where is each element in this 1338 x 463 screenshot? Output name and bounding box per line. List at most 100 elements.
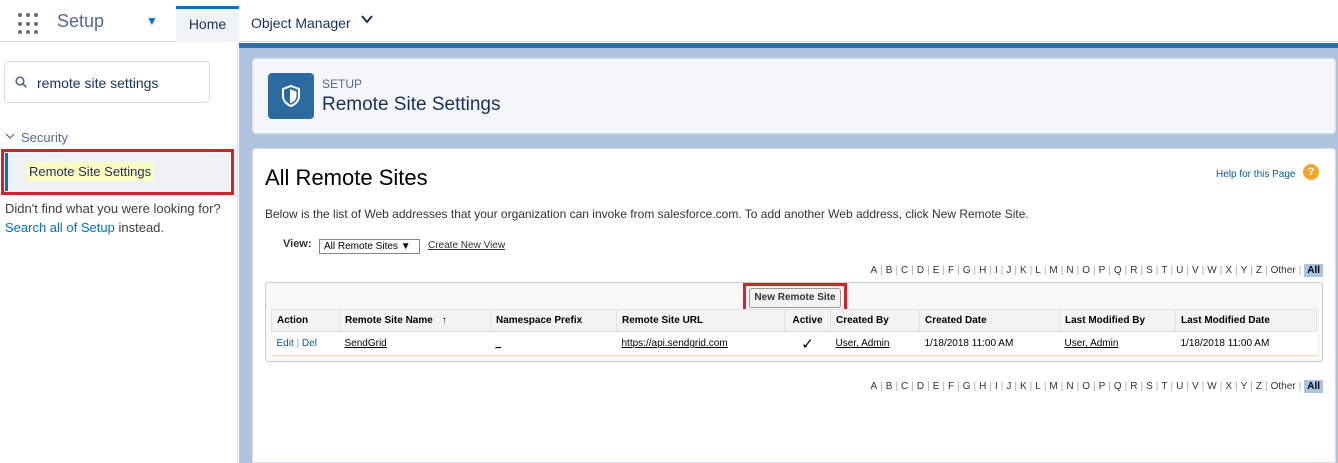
col-last-modified-by[interactable]: Last Modified By	[1059, 309, 1176, 332]
alphabet-filter-letter[interactable]: N	[1066, 265, 1073, 276]
alphabet-filter-letter[interactable]: P	[1099, 381, 1106, 392]
delete-link[interactable]: Del	[302, 338, 317, 349]
alphabet-filter-letter[interactable]: T	[1161, 381, 1167, 392]
alphabet-filter-letter[interactable]: Q	[1114, 265, 1122, 276]
chevron-down-icon[interactable]	[360, 12, 374, 29]
alphabet-filter-letter[interactable]: Other	[1271, 381, 1296, 392]
alphabet-filter-letter[interactable]: H	[979, 265, 986, 276]
alphabet-filter-letter[interactable]: S	[1146, 265, 1153, 276]
alphabet-filter-letter[interactable]: U	[1176, 381, 1183, 392]
alphabet-separator: |	[1186, 265, 1189, 276]
alphabet-filter-letter[interactable]: D	[917, 265, 924, 276]
alphabet-separator: |	[1000, 265, 1004, 276]
alphabet-filter-letter[interactable]: A	[870, 265, 877, 276]
alphabet-filter-letter[interactable]: J	[1006, 381, 1011, 392]
alphabet-filter-top: A | B | C | D | E | F | G | H | I | J | K | L | M | N | O | P | Q | R | S | T |…	[253, 264, 1323, 277]
alphabet-filter-letter[interactable]: A	[870, 381, 877, 392]
col-remote-site-url[interactable]: Remote Site URL	[616, 309, 785, 332]
tab-home[interactable]: Home	[176, 6, 239, 42]
alphabet-filter-letter[interactable]: O	[1082, 265, 1090, 276]
col-active[interactable]: Active	[784, 309, 831, 332]
alphabet-filter-letter[interactable]: N	[1066, 381, 1073, 392]
namespace-prefix-link[interactable]: _	[496, 338, 502, 349]
alphabet-filter-letter[interactable]: W	[1207, 381, 1216, 392]
alphabet-filter-letter[interactable]: E	[933, 265, 940, 276]
alphabet-filter-letter[interactable]: D	[917, 381, 924, 392]
alphabet-filter-letter[interactable]: W	[1207, 265, 1216, 276]
create-new-view-link[interactable]: Create New View	[428, 240, 505, 251]
alphabet-filter-letter[interactable]: E	[933, 381, 940, 392]
alphabet-filter-letter[interactable]: R	[1130, 381, 1137, 392]
col-last-modified-date[interactable]: Last Modified Date	[1175, 309, 1317, 332]
alphabet-filter-letter[interactable]: L	[1035, 381, 1041, 392]
app-launcher-icon[interactable]	[18, 13, 40, 35]
chevron-down-icon[interactable]	[5, 131, 15, 144]
main-background-top	[239, 43, 1338, 48]
col-remote-site-name[interactable]: Remote Site Name ↑	[339, 309, 491, 332]
alphabet-filter-letter[interactable]: O	[1082, 381, 1090, 392]
col-created-by[interactable]: Created By	[830, 309, 920, 332]
search-all-setup-link[interactable]: Search all of Setup	[5, 220, 115, 235]
alphabet-filter-letter[interactable]: B	[886, 381, 893, 392]
alphabet-filter-letter[interactable]: C	[901, 265, 908, 276]
alphabet-filter-letter[interactable]: V	[1192, 265, 1199, 276]
alphabet-filter-letter[interactable]: R	[1130, 265, 1137, 276]
col-namespace-prefix[interactable]: Namespace Prefix	[490, 309, 617, 332]
content-panel: All Remote Sites Help for this Page ? Be…	[252, 148, 1336, 463]
alphabet-filter-letter[interactable]: H	[979, 381, 986, 392]
last-modified-by-link[interactable]: User, Admin	[1065, 338, 1119, 349]
alphabet-filter-letter[interactable]: M	[1049, 381, 1057, 392]
alphabet-filter-letter[interactable]: Y	[1241, 265, 1248, 276]
help-link[interactable]: Help for this Page	[1216, 169, 1296, 180]
alphabet-separator: |	[1298, 381, 1302, 392]
alphabet-filter-letter[interactable]: X	[1225, 265, 1232, 276]
col-created-date[interactable]: Created Date	[919, 309, 1060, 332]
alphabet-filter-letter[interactable]: Q	[1114, 381, 1122, 392]
remote-site-name-link[interactable]: SendGrid	[345, 338, 387, 349]
remote-site-url-link[interactable]: https://api.sendgrid.com	[622, 338, 728, 349]
alphabet-filter-letter[interactable]: G	[963, 381, 971, 392]
alphabet-filter-letter[interactable]: F	[948, 265, 954, 276]
alphabet-filter-letter[interactable]: Z	[1256, 381, 1262, 392]
alphabet-filter-letter[interactable]: V	[1192, 381, 1199, 392]
alphabet-filter-all[interactable]: All	[1304, 264, 1323, 277]
alphabet-filter-letter[interactable]: G	[963, 265, 971, 276]
tab-object-manager[interactable]: Object Manager	[251, 15, 351, 31]
alphabet-filter-letter[interactable]: X	[1225, 381, 1232, 392]
alphabet-filter-letter[interactable]: T	[1161, 265, 1167, 276]
alphabet-filter-letter[interactable]: U	[1176, 265, 1183, 276]
view-select[interactable]: All Remote Sites ▼	[319, 239, 420, 254]
help-icon[interactable]: ?	[1303, 164, 1319, 180]
alphabet-separator: |	[895, 381, 899, 392]
alphabet-filter-letter[interactable]: F	[948, 381, 954, 392]
alphabet-filter-letter[interactable]: M	[1049, 265, 1057, 276]
alphabet-filter-all[interactable]: All	[1304, 380, 1323, 393]
tree-item-label[interactable]: Remote Site Settings	[26, 162, 155, 181]
chevron-down-icon[interactable]: ▼	[146, 14, 158, 28]
alphabet-filter-letter[interactable]: I	[995, 381, 998, 392]
not-found-suffix: instead.	[118, 220, 165, 235]
alphabet-filter-letter[interactable]: Y	[1241, 381, 1248, 392]
alphabet-filter-letter[interactable]: Other	[1271, 265, 1296, 276]
created-by-link[interactable]: User, Admin	[836, 338, 890, 349]
alphabet-separator: |	[973, 265, 977, 276]
alphabet-filter-letter[interactable]: B	[886, 265, 893, 276]
alphabet-separator: |	[1124, 265, 1128, 276]
edit-link[interactable]: Edit	[277, 338, 294, 349]
tree-section-security[interactable]: Security	[21, 130, 68, 145]
alphabet-filter-letter[interactable]: S	[1146, 381, 1153, 392]
alphabet-separator: |	[1140, 381, 1144, 392]
active-check-icon: ✓	[784, 331, 831, 356]
alphabet-filter-letter[interactable]: K	[1020, 381, 1027, 392]
alphabet-filter-letter[interactable]: C	[901, 381, 908, 392]
not-found-text: Didn't find what you were looking for?	[5, 201, 221, 216]
alphabet-filter-letter[interactable]: L	[1035, 265, 1041, 276]
alphabet-filter-letter[interactable]: K	[1020, 265, 1027, 276]
alphabet-filter-letter[interactable]: J	[1006, 265, 1011, 276]
alphabet-filter-letter[interactable]: P	[1099, 265, 1106, 276]
quick-find-input[interactable]: remote site settings	[4, 61, 210, 103]
alphabet-separator: |	[1000, 381, 1004, 392]
new-remote-site-button[interactable]: New Remote Site	[749, 288, 841, 308]
alphabet-filter-letter[interactable]: I	[995, 265, 998, 276]
alphabet-filter-letter[interactable]: Z	[1256, 265, 1262, 276]
